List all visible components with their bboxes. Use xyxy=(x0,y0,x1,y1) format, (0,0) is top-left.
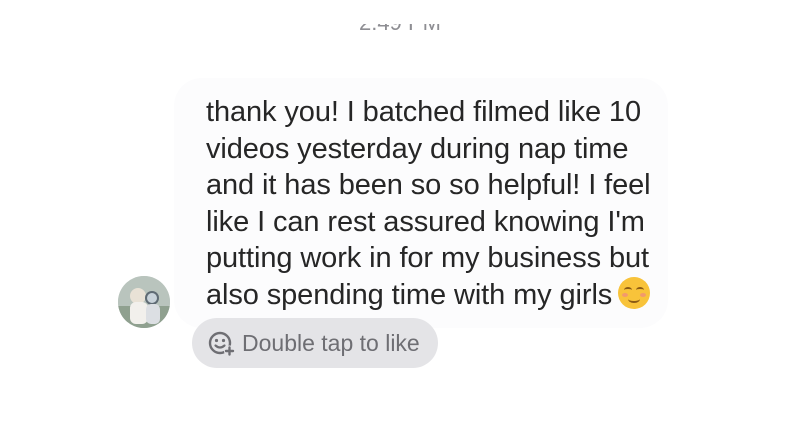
message-line: also spending time with my girls xyxy=(206,278,613,311)
smiling-face-emoji-icon xyxy=(618,276,651,309)
message-timestamp: 2:49 PM xyxy=(0,24,800,46)
message-line: thank you! I batched filmed like 10 xyxy=(206,96,641,128)
message-line: videos yesterday during nap time xyxy=(206,132,629,165)
message-bubble[interactable]: thank you! I batched filmed like 10 vide… xyxy=(174,78,668,328)
message-line: like I can rest assured knowing I'm xyxy=(206,205,645,238)
add-reaction-icon xyxy=(208,331,235,357)
sender-avatar-photo-icon xyxy=(118,276,170,328)
message-line: putting work in for my business but xyxy=(206,242,649,274)
double-tap-to-like-label: Double tap to like xyxy=(242,329,420,356)
message-line-last: also spending time with my girls xyxy=(206,276,651,314)
message-line: and it has been so so helpful! I feel xyxy=(206,169,651,201)
double-tap-to-like-hint[interactable]: Double tap to like xyxy=(192,318,438,368)
sender-avatar[interactable] xyxy=(118,276,170,328)
